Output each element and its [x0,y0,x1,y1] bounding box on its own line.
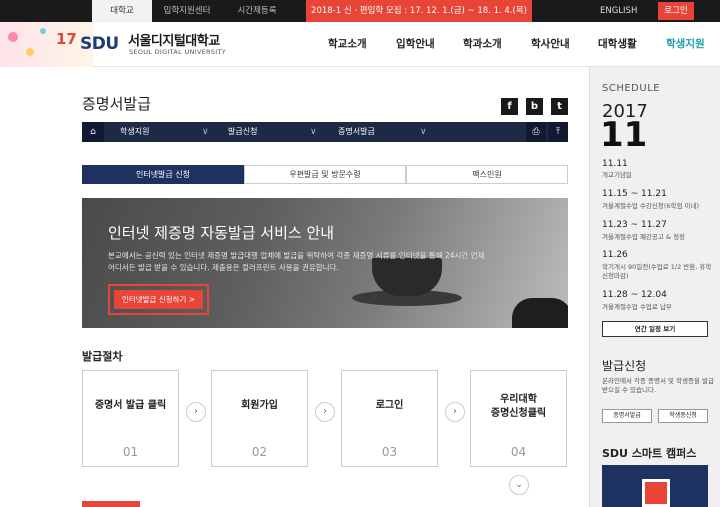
twitter-share-icon[interactable]: t [551,98,568,115]
step-number: 04 [510,445,527,459]
nav-admission[interactable]: 입학안내 [396,22,435,67]
home-icon[interactable]: ⌂ [82,122,104,142]
smart-campus-banner[interactable] [602,465,708,507]
step-label: 우리대학 증명신청클릭 [490,394,547,419]
breadcrumb-student-support[interactable]: 학생지원 [120,122,149,142]
sidebar: SCHEDULE 2017 11 11.11 개교기념일 11.15 ~ 11.… [589,67,720,507]
chevron-down-icon[interactable]: ⌄ [509,475,529,495]
chair-image [512,298,568,328]
apply-title: 발급신청 [602,359,647,373]
process-step: 증명서 발급 클릭 01 [82,370,179,467]
event-date: 11.26 [602,250,628,260]
chevron-right-icon: › [186,402,206,422]
tab-part-time-registration[interactable]: 시간제등록 [222,0,292,22]
print-icon[interactable]: ⎙ [526,122,546,142]
breadcrumb-certificate[interactable]: 증명서발급 [338,122,375,142]
process-step: 우리대학 증명신청클릭 04 [470,370,567,467]
tab-university[interactable]: 대학교 [92,0,152,22]
logo-sdu[interactable]: SDU [80,34,119,54]
subtab-internet-issue[interactable]: 인터넷발급 신청 [82,165,244,184]
event-description: 개교기념일 [602,171,632,179]
section-accent-bar [82,501,140,507]
highlight-box: 인터넷발급 신청하기 > [108,284,209,315]
event-description: 학기개시 90일전(수업료 1/2 반환, 휴학신청마감) [602,263,712,280]
internet-issue-apply-button[interactable]: 인터넷발급 신청하기 > [114,290,203,309]
chevron-right-icon: › [445,402,465,422]
chevron-down-icon[interactable]: ∨ [310,122,317,142]
process-title: 발급절차 [82,350,123,363]
step-label: 증명서 발급 클릭 [94,400,167,411]
nav-student-support[interactable]: 학생지원 [666,22,705,67]
nav-departments[interactable]: 학과소개 [463,22,502,67]
blog-share-icon[interactable]: b [526,98,543,115]
nav-about[interactable]: 학교소개 [328,22,367,67]
english-link[interactable]: ENGLISH [600,0,637,22]
event-date: 11.15 ~ 11.21 [602,189,667,199]
schedule-label: SCHEDULE [602,83,661,94]
banner-description: 본교에서는 공신력 있는 인터넷 제증명 발급대행 업체에 발급을 위탁하여 각… [108,251,485,272]
internet-issue-banner: 인터넷 제증명 자동발급 서비스 안내 본교에서는 공신력 있는 인터넷 제증명… [82,198,568,328]
subtab-fax[interactable]: 팩스민원 [406,165,568,184]
tab-admission-center[interactable]: 입학지원센터 [152,0,222,22]
step-label: 로그인 [375,400,404,411]
chevron-right-icon: › [315,402,335,422]
smart-campus-title: SDU 스마트 캠퍼스 [602,447,697,460]
logo-korean-name[interactable]: 서울디지털대학교 [128,30,220,49]
login-button[interactable]: 로그인 [658,2,694,20]
student-id-apply-button[interactable]: 학생증신청 [658,409,708,423]
chevron-down-icon[interactable]: ∨ [420,122,427,142]
breadcrumb: ⌂ 학생지원 ∨ 발급신청 ∨ 증명서발급 ∨ ⎙ ⤒ [82,122,568,142]
step-number: 02 [251,445,268,459]
yearly-schedule-button[interactable]: 연간 일정 보기 [602,321,708,337]
event-description: 겨울계절수업 수강신청(6학점 이내) [602,202,700,210]
confetti-icon [26,48,34,56]
page-title: 증명서발급 [82,95,152,113]
apply-description: 온라인에서 각종 증명서 및 학생증을 발급받으실 수 있습니다. [602,377,714,394]
step-number: 03 [381,445,398,459]
nav-academics[interactable]: 학사안내 [531,22,570,67]
admission-notice-link[interactable]: 2018-1 신 · 편입학 모집 : 17. 12. 1.(금) ~ 18. … [306,0,532,22]
anniversary-number: 17 [56,30,77,48]
scroll-top-icon[interactable]: ⤒ [548,122,568,142]
main-header: 17 SDU 서울디지털대학교 SEOUL DIGITAL UNIVERSITY… [0,22,720,67]
breadcrumb-issue-request[interactable]: 발급신청 [228,122,257,142]
step-label: 회원가입 [241,400,278,411]
smart-campus-icon [642,479,670,507]
confetti-icon [8,32,18,42]
nav-campus-life[interactable]: 대학생활 [598,22,637,67]
confetti-icon [40,28,46,34]
process-step: 로그인 03 [341,370,438,467]
event-date: 11.28 ~ 12.04 [602,290,667,300]
event-date: 11.23 ~ 11.27 [602,220,667,230]
logo-english-name: SEOUL DIGITAL UNIVERSITY [129,48,227,56]
subtab-mail-visit[interactable]: 우편발급 및 방문수령 [244,165,406,184]
facebook-share-icon[interactable]: f [501,98,518,115]
event-description: 겨울계절수업 수업료 납부 [602,303,672,311]
event-date: 11.11 [602,159,628,169]
banner-title: 인터넷 제증명 자동발급 서비스 안내 [108,224,335,242]
certificate-issue-button[interactable]: 증명서발급 [602,409,652,423]
schedule-month: 11 [600,115,648,155]
chevron-down-icon[interactable]: ∨ [202,122,209,142]
top-utility-bar: 대학교 입학지원센터 시간제등록 2018-1 신 · 편입학 모집 : 17.… [0,0,720,22]
event-description: 겨울계절수업 폐강공고 & 정정 [602,233,686,241]
process-step: 회원가입 02 [211,370,308,467]
step-number: 01 [122,445,139,459]
